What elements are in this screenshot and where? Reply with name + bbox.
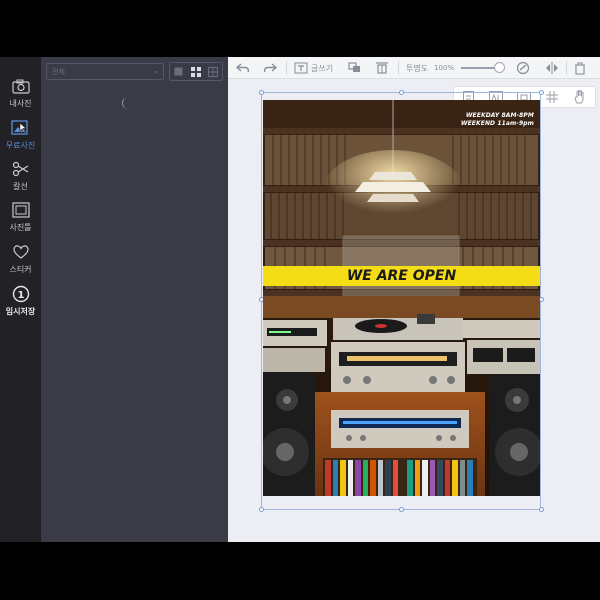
opacity-value: 100% [434, 64, 455, 72]
sidebar-item-label: 칼선 [13, 182, 28, 191]
record-store-photo [263, 100, 540, 496]
frame-icon [11, 201, 30, 219]
photo-panel: 전체 ⌄ [41, 57, 228, 542]
temp-save-count: 1 [17, 290, 24, 301]
sidebar-item-label: 스티커 [9, 265, 32, 274]
resize-handle-top-right[interactable] [539, 90, 544, 95]
temp-save-icon: 1 [12, 285, 30, 303]
hours-weekend: WEEKEND 11am-9pm [460, 120, 534, 127]
hours-weekday: WEEKDAY 8AM-8PM [465, 112, 534, 119]
copy-layer-icon[interactable] [348, 59, 362, 77]
text-box-icon [294, 62, 308, 74]
undo-icon[interactable] [236, 59, 250, 77]
scissors-icon [12, 160, 30, 178]
editor-app: 내사진 무료사진 칼선 사진틀 스티커 1 임시저장 전체 ⌄ 글쓰기 투명도 … [0, 57, 600, 542]
sidebar-item-temp-save[interactable]: 1 임시저장 [0, 279, 41, 321]
divider [398, 61, 399, 75]
banner-text: WE ARE OPEN [346, 268, 457, 284]
camera-icon [11, 77, 30, 95]
resize-handle-top[interactable] [399, 90, 404, 95]
resize-handle-bottom-left[interactable] [259, 507, 264, 512]
sidebar-item-photo-frame[interactable]: 사진틀 [0, 195, 41, 237]
sidebar-item-sticker[interactable]: 스티커 [0, 237, 41, 279]
align-icon[interactable] [375, 59, 389, 77]
sidebar-item-label: 임시저장 [5, 307, 36, 316]
design-canvas[interactable]: WEEKDAY 8AM-8PM WEEKEND 11am-9pm WE ARE … [228, 79, 600, 542]
single-view-icon[interactable] [170, 63, 187, 80]
poster-image[interactable]: WEEKDAY 8AM-8PM WEEKEND 11am-9pm WE ARE … [263, 100, 540, 496]
opening-hours: WEEKDAY 8AM-8PM WEEKEND 11am-9pm [461, 112, 534, 128]
opacity-slider-thumb[interactable] [494, 62, 505, 73]
category-select[interactable]: 전체 ⌄ [46, 63, 164, 80]
open-banner: WE ARE OPEN [263, 266, 540, 286]
flip-horizontal-icon[interactable] [545, 59, 559, 77]
trash-icon[interactable] [574, 59, 586, 77]
heart-icon [12, 243, 30, 261]
divider [286, 61, 287, 75]
view-mode-toggle [169, 62, 223, 81]
resize-handle-top-left[interactable] [259, 90, 264, 95]
chevron-down-icon: ⌄ [152, 66, 159, 75]
opacity-title: 투명도 [406, 63, 429, 73]
sidebar-item-label: 사진틀 [9, 223, 32, 232]
grid-view-icon[interactable] [187, 63, 204, 80]
sidebar-item-label: 내사진 [9, 99, 32, 108]
resize-handle-bottom[interactable] [399, 507, 404, 512]
divider [566, 61, 567, 75]
redo-icon[interactable] [263, 59, 277, 77]
sidebar-item-cutline[interactable]: 칼선 [0, 154, 41, 196]
left-sidebar: 내사진 무료사진 칼선 사진틀 스티커 1 임시저장 [0, 57, 41, 542]
sidebar-item-my-photos[interactable]: 내사진 [0, 71, 41, 113]
sidebar-item-free-photos[interactable]: 무료사진 [0, 113, 41, 155]
opacity-label: 투명도 100% [406, 59, 454, 77]
filter-icon[interactable] [516, 59, 530, 77]
toolbar: 글쓰기 투명도 100% [228, 57, 600, 79]
sidebar-item-label: 무료사진 [5, 141, 36, 150]
add-text-button[interactable]: 글쓰기 [294, 59, 333, 77]
image-icon [10, 119, 31, 137]
list-view-icon[interactable] [205, 63, 222, 80]
resize-handle-bottom-right[interactable] [539, 507, 544, 512]
loading-spinner [122, 97, 134, 109]
add-text-label: 글쓰기 [311, 63, 334, 73]
category-select-value: 전체 [52, 68, 65, 76]
